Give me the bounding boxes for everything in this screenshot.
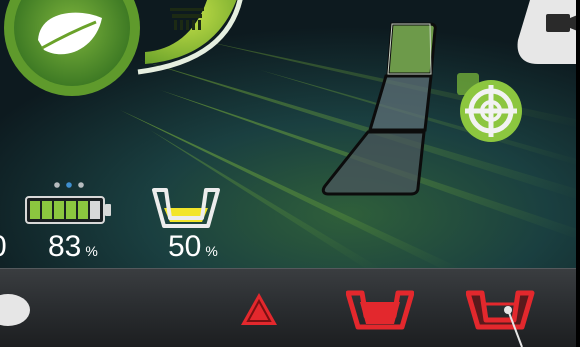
- page-indicator: [54, 182, 84, 188]
- implement-indicator[interactable]: [130, 0, 260, 140]
- camera-icon: [546, 14, 570, 32]
- battery-cell: [30, 201, 40, 219]
- battery-cell: [66, 201, 76, 219]
- grain-tank-level-icon: [152, 188, 220, 228]
- grain-tank-unload-icon[interactable]: [466, 290, 546, 347]
- battery-cell: [54, 201, 64, 219]
- warning-triangle-icon[interactable]: [238, 290, 280, 328]
- battery-percentage: 83%: [48, 230, 98, 263]
- eco-mode-indicator[interactable]: [0, 0, 150, 110]
- gear-selector-icon[interactable]: [318, 18, 440, 200]
- grain-tank-full-icon[interactable]: [346, 290, 414, 330]
- battery-cell: [42, 201, 52, 219]
- battery-icon: [25, 196, 111, 224]
- right-edge: [576, 0, 580, 347]
- tank-percentage: 50%: [168, 230, 218, 263]
- edge-value: 0: [0, 232, 7, 262]
- camera-button[interactable]: [510, 0, 580, 70]
- dashboard-screen: 0 83% 50%: [0, 0, 580, 347]
- left-toggle-button[interactable]: [0, 290, 40, 330]
- battery-cell: [90, 201, 100, 219]
- battery-cell: [78, 201, 88, 219]
- target-icon[interactable]: [455, 73, 527, 145]
